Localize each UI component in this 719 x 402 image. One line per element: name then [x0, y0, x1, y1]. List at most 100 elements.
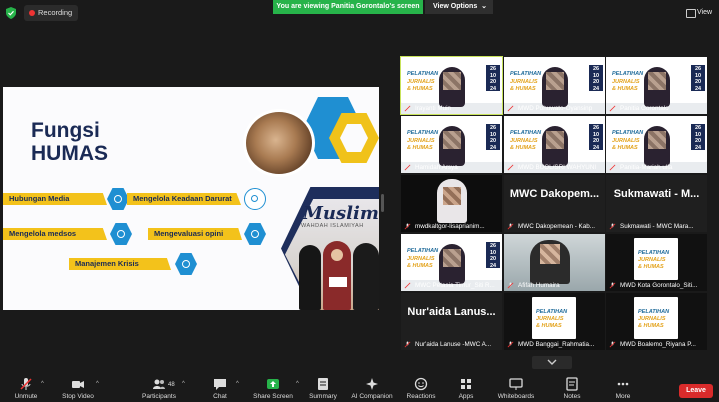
poster-line: JURNALIS — [536, 316, 564, 322]
participant-tile[interactable]: Sukmawati - M... Sukmawati - MWC Mara... — [606, 175, 707, 232]
sparkle-icon — [366, 378, 378, 390]
poster-line: & HUMAS — [638, 323, 664, 329]
participants-label: Participants — [142, 393, 176, 400]
participant-tile[interactable]: PELATIHAN JURNALIS & HUMAS MWD Boalemo_Riya… — [606, 293, 707, 350]
recording-label: Recording — [38, 8, 73, 17]
ai-companion-button[interactable]: AI Companion — [348, 377, 396, 400]
recording-indicator[interactable]: Recording — [24, 5, 79, 21]
participant-tile[interactable]: PELATIHAN JURNALIS & HUMAS MWD Kota Goronta… — [606, 234, 707, 291]
participant-tile[interactable]: mwdkaltgor-lisaprianim... — [401, 175, 502, 232]
emergency-icon — [244, 188, 266, 210]
slide-item: Mengelola Keadaan Darurat — [127, 193, 241, 205]
participant-tile[interactable]: Nur'aida Lanus... Nur'aida Lanuse -MWC A.… — [401, 293, 502, 350]
participant-tile[interactable]: MWC Dakopem... MWC Dakopemean - Kab... — [504, 175, 605, 232]
poster-line: JURNALIS — [407, 138, 435, 144]
participant-tile[interactable]: PELATIHAN JURNALIS & HUMAS 26 10 20 24 Panitia-… — [606, 116, 707, 173]
participant-tile[interactable]: PELATIHAN JURNALIS & HUMAS 26 10 20 24 MWD BUOL… — [504, 116, 605, 173]
poster-line: JURNALIS — [510, 79, 538, 85]
share-options-caret[interactable]: ^ — [296, 381, 299, 387]
whiteboards-button[interactable]: Whiteboards — [494, 377, 538, 400]
slide-item: Hubungan Media — [3, 193, 107, 205]
stop-video-button[interactable]: Stop Video — [58, 377, 98, 400]
poster-line: & HUMAS — [407, 263, 433, 269]
top-bar: Recording You are viewing Panitia Goront… — [0, 0, 719, 26]
unmute-label: Unmute — [14, 393, 38, 400]
poster-line: PELATIHAN — [638, 250, 670, 256]
opinion-icon — [244, 223, 266, 245]
participant-name: Afifah Humaira — [518, 282, 560, 289]
ai-companion-label: AI Companion — [351, 393, 393, 400]
participant-name: mwdkaltgor-lisaprianim... — [415, 223, 485, 230]
participant-tile[interactable]: PELATIHAN JURNALIS & HUMAS 26 10 20 24 Irayanti… — [400, 56, 503, 115]
slide-title-line1: Fungsi — [31, 119, 100, 142]
poster-date: 26 10 20 24 — [486, 65, 500, 92]
participant-tile[interactable]: Afifah Humaira — [504, 234, 605, 291]
poster-line: & HUMAS — [510, 86, 536, 92]
more-button[interactable]: More — [610, 377, 636, 400]
pixelated-face — [443, 187, 461, 205]
apps-button[interactable]: Apps — [452, 377, 480, 400]
reactions-button[interactable]: Reactions — [404, 377, 438, 400]
video-options-caret[interactable]: ^ — [96, 381, 99, 387]
participant-name: Hamidah Arsya — [415, 164, 458, 171]
participants-options-caret[interactable]: ^ — [182, 381, 185, 387]
poster-line: & HUMAS — [407, 145, 433, 151]
poster-line: JURNALIS — [612, 79, 640, 85]
leave-button[interactable]: Leave — [679, 384, 713, 398]
participant-display-name: MWC Dakopem... — [509, 188, 600, 200]
chevron-down-icon: ⌄ — [481, 3, 487, 10]
shield-icon[interactable] — [6, 7, 16, 19]
audio-options-caret[interactable]: ^ — [41, 381, 44, 387]
participant-tile[interactable]: PELATIHAN JURNALIS & HUMAS MWD Banggai_Rahm… — [504, 293, 605, 350]
view-options-label: View Options — [433, 3, 478, 10]
notes-button[interactable]: Notes — [558, 377, 586, 400]
reactions-label: Reactions — [406, 393, 436, 400]
high-five-photo — [243, 109, 315, 177]
chat-options-caret[interactable]: ^ — [236, 381, 239, 387]
participant-name: Panitia-Mariah ulfa — [620, 164, 673, 171]
participant-name: MWD Banggai_Rahmatia... — [518, 341, 595, 348]
participant-tile[interactable]: PELATIHAN JURNALIS & HUMAS 26 10 20 24 Panitia … — [606, 57, 707, 114]
summary-icon — [318, 378, 328, 390]
unmute-button[interactable]: Unmute — [8, 377, 44, 400]
pixelated-face — [648, 72, 666, 90]
panel-resize-handle[interactable] — [381, 194, 384, 212]
slide-item: Manajemen Krisis — [69, 258, 171, 270]
poster-line: PELATIHAN — [407, 130, 439, 136]
stop-video-label: Stop Video — [62, 393, 94, 400]
viewing-banner: You are viewing Panitia Gorontalo's scre… — [273, 0, 423, 14]
view-options-button[interactable]: View Options ⌄ — [425, 0, 493, 14]
participant-tile[interactable]: PELATIHAN JURNALIS & HUMAS 26 10 20 24 Hamidah … — [401, 116, 502, 173]
media-icon — [107, 188, 129, 210]
participant-tile[interactable]: PELATIHAN JURNALIS & HUMAS 26 10 20 24 MWC Peta… — [401, 234, 502, 291]
whiteboard-icon — [509, 378, 523, 390]
chat-button[interactable]: Chat — [206, 377, 234, 400]
poster-line: & HUMAS — [612, 86, 638, 92]
share-screen-button[interactable]: Share Screen — [250, 377, 296, 400]
poster-line: PELATIHAN — [510, 71, 542, 77]
poster-image: PELATIHAN JURNALIS & HUMAS — [634, 238, 678, 280]
muted-mic-icon — [20, 378, 32, 390]
slide-item: Mengelola medsos — [3, 228, 107, 240]
poster-image: PELATIHAN JURNALIS & HUMAS — [532, 297, 576, 339]
poster-date: 26 10 20 24 — [486, 124, 500, 151]
view-button[interactable]: View — [685, 6, 712, 20]
shared-screen: Fungsi HUMAS Muslimah WAHDAH ISLAMIYAH H… — [3, 87, 379, 310]
pixelated-face — [648, 131, 666, 149]
participants-count: 48 — [168, 382, 175, 388]
participants-button[interactable]: Participants — [138, 377, 180, 400]
participant-tile[interactable]: PELATIHAN JURNALIS & HUMAS 26 10 20 24 MWD Pohu… — [504, 57, 605, 114]
poster-line: JURNALIS — [638, 257, 666, 263]
summary-button[interactable]: Summary — [306, 377, 340, 400]
participant-name: MWD Boalemo_Riyana P... — [620, 341, 696, 348]
chat-label: Chat — [213, 393, 227, 400]
pixelated-face — [443, 249, 461, 267]
poster-line: PELATIHAN — [612, 71, 644, 77]
gallery-scroll-down-button[interactable] — [532, 356, 572, 369]
participant-name: Irayanti Muin — [415, 105, 452, 112]
pixelated-face — [546, 131, 564, 149]
participant-name: Sukmawati - MWC Mara... — [620, 223, 694, 230]
recording-dot-icon — [29, 10, 35, 16]
participant-display-name: Sukmawati - M... — [613, 188, 700, 200]
poster-line: & HUMAS — [407, 86, 433, 92]
